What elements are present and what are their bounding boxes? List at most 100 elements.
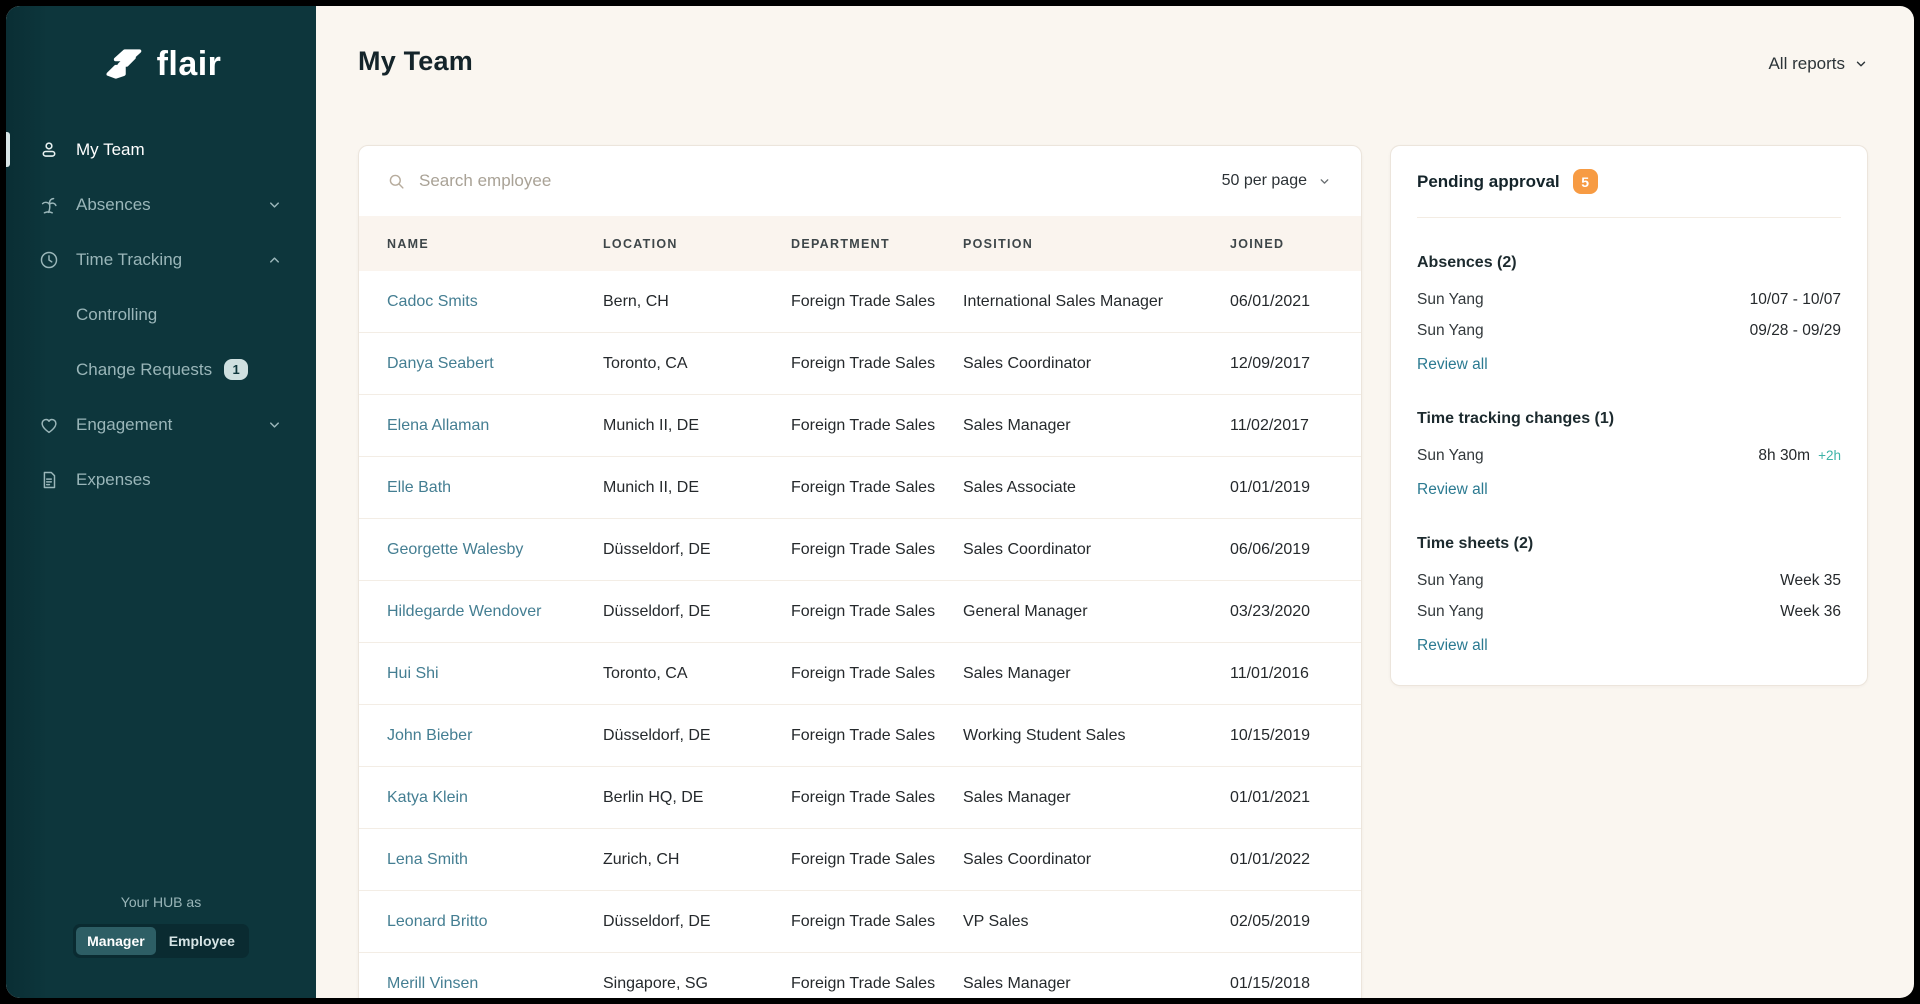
approval-section: Time sheets (2) Sun Yang Week 35 Sun Yan… (1417, 535, 1841, 655)
employee-department: Foreign Trade Sales (791, 851, 963, 869)
table-row[interactable]: Hui Shi Toronto, CA Foreign Trade Sales … (359, 643, 1361, 705)
table-row[interactable]: Lena Smith Zurich, CH Foreign Trade Sale… (359, 829, 1361, 891)
employee-joined: 06/01/2021 (1230, 293, 1331, 311)
approval-item-delta: +2h (1818, 448, 1841, 463)
logo-wordmark: flair (157, 45, 222, 84)
page-size-dropdown[interactable]: 50 per page (1222, 172, 1331, 190)
employee-joined: 10/15/2019 (1230, 727, 1331, 745)
flair-logo-icon (101, 45, 145, 83)
sidebar-item-controlling[interactable]: Controlling (6, 287, 316, 342)
review-all-link[interactable]: Review all (1417, 356, 1488, 374)
approval-item-value: Week 35 (1780, 572, 1841, 590)
employee-joined: 01/01/2021 (1230, 789, 1331, 807)
chevron-down-icon (1318, 175, 1331, 188)
approval-section-title: Time tracking changes (1) (1417, 410, 1841, 428)
table-row[interactable]: Elle Bath Munich II, DE Foreign Trade Sa… (359, 457, 1361, 519)
employee-location: Bern, CH (603, 293, 791, 311)
employee-department: Foreign Trade Sales (791, 665, 963, 683)
search-input[interactable] (419, 171, 839, 191)
table-row[interactable]: John Bieber Düsseldorf, DE Foreign Trade… (359, 705, 1361, 767)
employee-name-link[interactable]: Katya Klein (387, 789, 468, 806)
table-row[interactable]: Danya Seabert Toronto, CA Foreign Trade … (359, 333, 1361, 395)
table-row[interactable]: Leonard Britto Düsseldorf, DE Foreign Tr… (359, 891, 1361, 953)
review-all-link[interactable]: Review all (1417, 637, 1488, 655)
column-header-position[interactable]: POSITION (963, 237, 1230, 251)
sidebar-item-time-tracking[interactable]: Time Tracking (6, 232, 316, 287)
sidebar-nav: My Team Absences (6, 122, 316, 507)
sidebar-item-label: Engagement (76, 415, 172, 435)
employee-department: Foreign Trade Sales (791, 789, 963, 807)
table-body: Cadoc Smits Bern, CH Foreign Trade Sales… (359, 271, 1361, 998)
pending-approval-title: Pending approval (1417, 172, 1560, 192)
page-size-label: 50 per page (1222, 172, 1307, 190)
sidebar-item-engagement[interactable]: Engagement (6, 397, 316, 452)
employee-name-link[interactable]: Lena Smith (387, 851, 468, 868)
sidebar-item-label: Controlling (76, 305, 157, 325)
sidebar-item-my-team[interactable]: My Team (6, 122, 316, 177)
change-requests-count-badge: 1 (224, 359, 248, 380)
employee-joined: 02/05/2019 (1230, 913, 1331, 931)
employee-location: Berlin HQ, DE (603, 789, 791, 807)
table-row[interactable]: Cadoc Smits Bern, CH Foreign Trade Sales… (359, 271, 1361, 333)
employee-joined: 12/09/2017 (1230, 355, 1331, 373)
employee-department: Foreign Trade Sales (791, 727, 963, 745)
employee-name-link[interactable]: Danya Seabert (387, 355, 494, 372)
approval-item-name: Sun Yang (1417, 572, 1484, 590)
approval-item-name: Sun Yang (1417, 291, 1484, 309)
employee-name-link[interactable]: Georgette Walesby (387, 541, 523, 558)
table-row[interactable]: Georgette Walesby Düsseldorf, DE Foreign… (359, 519, 1361, 581)
approval-item: Sun Yang Week 36 (1417, 596, 1841, 627)
employee-position: Working Student Sales (963, 727, 1230, 745)
employee-joined: 01/01/2022 (1230, 851, 1331, 869)
employee-name-link[interactable]: Leonard Britto (387, 913, 488, 930)
approval-sections: Absences (2) Sun Yang 10/07 - 10/07 Sun … (1417, 254, 1841, 655)
employee-name-link[interactable]: Hildegarde Wendover (387, 603, 541, 620)
employee-department: Foreign Trade Sales (791, 293, 963, 311)
employee-location: Düsseldorf, DE (603, 541, 791, 559)
approval-item-name: Sun Yang (1417, 603, 1484, 621)
employee-position: Sales Coordinator (963, 355, 1230, 373)
sidebar-item-change-requests[interactable]: Change Requests 1 (6, 342, 316, 397)
page-header: My Team All reports (358, 46, 1868, 77)
table-row[interactable]: Elena Allaman Munich II, DE Foreign Trad… (359, 395, 1361, 457)
column-header-location[interactable]: LOCATION (603, 237, 791, 251)
sidebar-item-expenses[interactable]: Expenses (6, 452, 316, 507)
approval-item: Sun Yang Week 35 (1417, 565, 1841, 596)
user-icon (38, 139, 60, 161)
all-reports-dropdown[interactable]: All reports (1768, 54, 1868, 74)
heart-icon (38, 414, 60, 436)
employee-name-link[interactable]: John Bieber (387, 727, 472, 744)
approval-item-value: 10/07 - 10/07 (1750, 291, 1841, 309)
approval-item: Sun Yang 09/28 - 09/29 (1417, 315, 1841, 346)
column-header-joined[interactable]: JOINED (1230, 237, 1331, 251)
hub-toggle-manager[interactable]: Manager (76, 927, 156, 955)
table-row[interactable]: Merill Vinsen Singapore, SG Foreign Trad… (359, 953, 1361, 998)
employee-department: Foreign Trade Sales (791, 975, 963, 993)
employee-name-link[interactable]: Elle Bath (387, 479, 451, 496)
column-header-name[interactable]: NAME (387, 237, 603, 251)
employee-name-link[interactable]: Hui Shi (387, 665, 439, 682)
employee-name-link[interactable]: Cadoc Smits (387, 293, 478, 310)
table-row[interactable]: Katya Klein Berlin HQ, DE Foreign Trade … (359, 767, 1361, 829)
review-all-link[interactable]: Review all (1417, 481, 1488, 499)
hub-toggle-employee[interactable]: Employee (158, 927, 246, 955)
employee-location: Singapore, SG (603, 975, 791, 993)
employee-department: Foreign Trade Sales (791, 417, 963, 435)
approval-items: Sun Yang Week 35 Sun Yang Week 36 (1417, 565, 1841, 627)
sidebar-item-absences[interactable]: Absences (6, 177, 316, 232)
sidebar-item-label: Absences (76, 195, 151, 215)
employee-location: Zurich, CH (603, 851, 791, 869)
app-window: flair My Team (6, 6, 1914, 998)
employee-name-link[interactable]: Merill Vinsen (387, 975, 478, 992)
column-header-department[interactable]: DEPARTMENT (791, 237, 963, 251)
approval-items: Sun Yang 10/07 - 10/07 Sun Yang 09/28 - … (1417, 284, 1841, 346)
sidebar-item-label: Expenses (76, 470, 151, 490)
sidebar-item-label: My Team (76, 140, 145, 160)
employee-position: Sales Associate (963, 479, 1230, 497)
hub-label: Your HUB as (6, 894, 316, 910)
approval-section: Time tracking changes (1) Sun Yang 8h 30… (1417, 410, 1841, 499)
employee-position: Sales Coordinator (963, 851, 1230, 869)
employee-name-link[interactable]: Elena Allaman (387, 417, 489, 434)
content-row: 50 per page NAME LOCATION DEPARTMENT POS… (358, 145, 1868, 998)
table-row[interactable]: Hildegarde Wendover Düsseldorf, DE Forei… (359, 581, 1361, 643)
